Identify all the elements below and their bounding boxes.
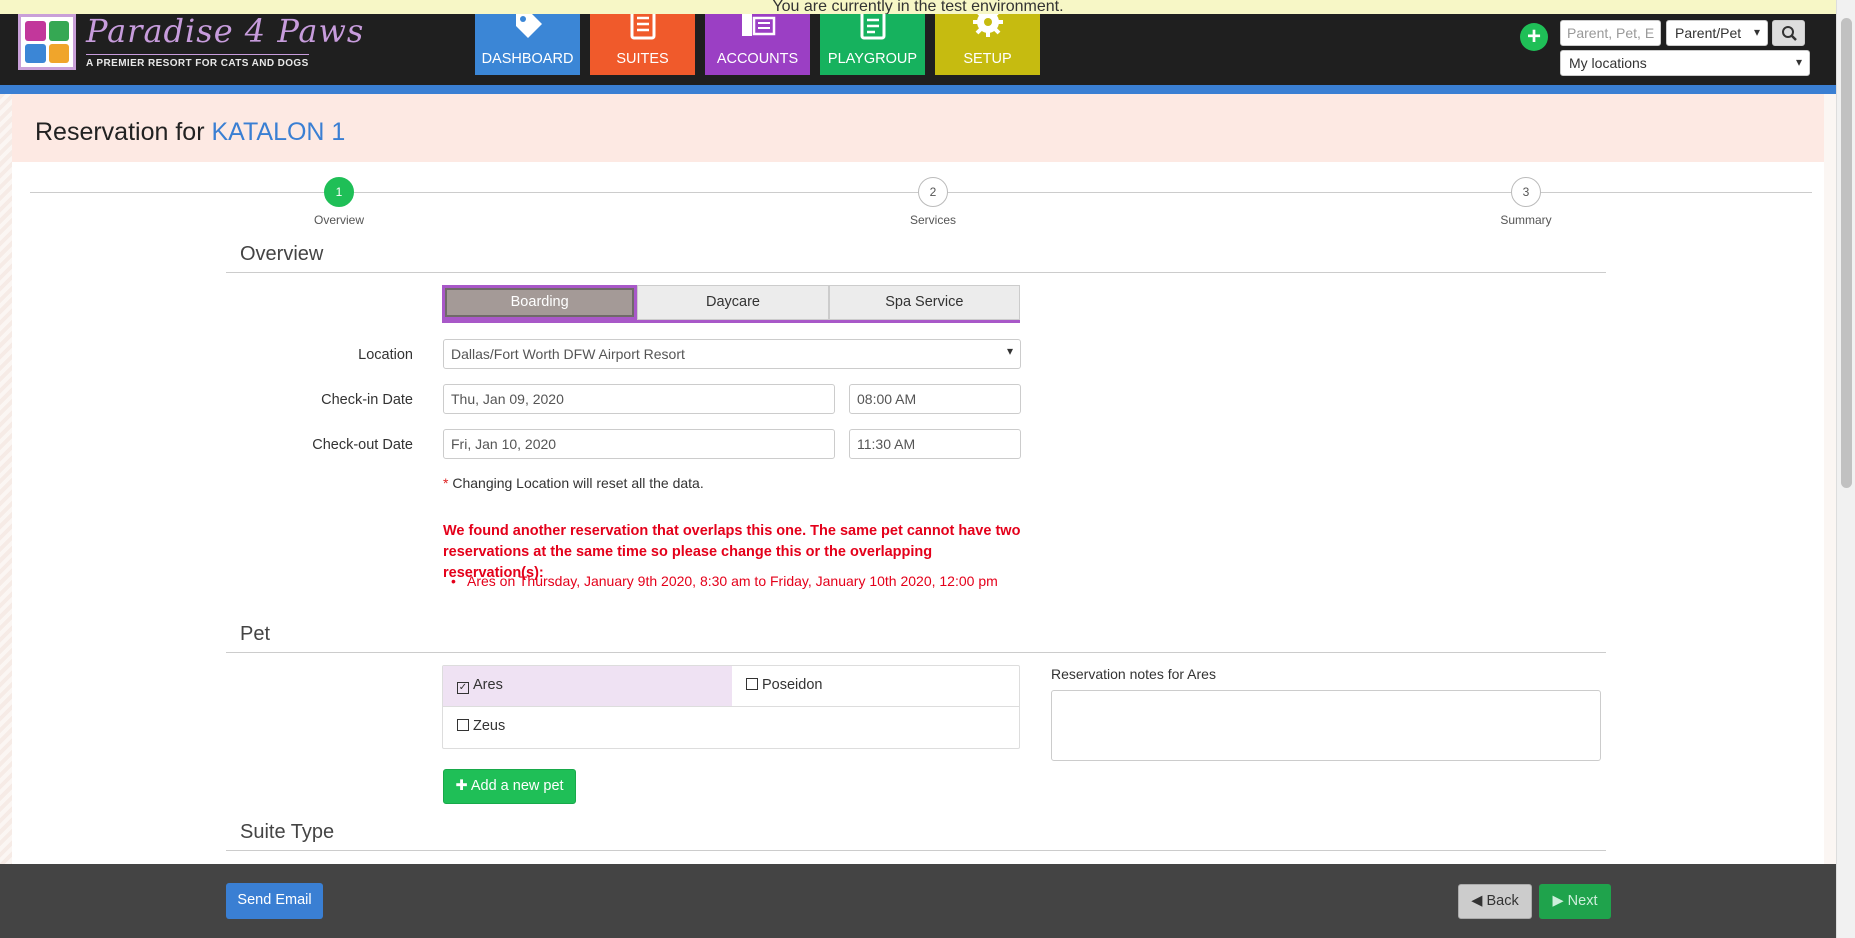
add-new-pet-button[interactable]: ✚ Add a new pet — [443, 769, 576, 804]
step-number: 3 — [1511, 177, 1541, 207]
step-label: Summary — [1500, 213, 1552, 227]
pet-selector: ✓ Ares Poseidon Zeus — [442, 665, 1020, 749]
checkin-date-input[interactable]: Thu, Jan 09, 2020 — [443, 384, 835, 414]
page-margin — [0, 94, 12, 864]
page-scrollbar[interactable] — [1836, 0, 1855, 938]
page-title-prefix: Reservation for — [35, 118, 205, 146]
page-title: Reservation for KATALON 1 — [35, 118, 345, 147]
checkin-time-input[interactable]: 08:00 AM — [849, 384, 1021, 414]
checkbox-empty-icon — [457, 719, 469, 731]
action-footer: Send Email ◀ Back ▶ Next — [0, 864, 1836, 938]
checkin-label: Check-in Date — [321, 392, 413, 408]
nav-label: SUITES — [616, 51, 669, 67]
next-button[interactable]: ▶ Next — [1539, 884, 1611, 919]
page-header: Reservation for KATALON 1 — [12, 94, 1824, 162]
service-type-tabs: Boarding Daycare Spa Service — [442, 285, 1020, 323]
test-environment-banner: You are currently in the test environmen… — [0, 0, 1836, 14]
arrow-right-circle-icon: ▶ — [1552, 893, 1564, 909]
overlap-warning-item: Ares on Thursday, January 9th 2020, 8:30… — [451, 573, 998, 589]
reservation-notes-label: Reservation notes for Ares — [1051, 666, 1216, 682]
pet-name: Ares — [473, 677, 503, 693]
brand-tagline: A PREMIER RESORT FOR CATS AND DOGS — [86, 54, 309, 69]
required-star: * — [443, 475, 449, 491]
tab-spa-service[interactable]: Spa Service — [828, 285, 1020, 320]
pet-option-zeus[interactable]: Zeus — [443, 707, 732, 748]
location-value: Dallas/Fort Worth DFW Airport Resort — [451, 346, 685, 362]
step-summary[interactable]: 3 Summary — [1476, 177, 1576, 227]
search-icon — [1782, 26, 1797, 41]
location-label: Location — [358, 347, 413, 363]
checkbox-empty-icon — [746, 678, 758, 690]
checkout-time-input[interactable]: 11:30 AM — [849, 429, 1021, 459]
step-overview[interactable]: 1 Overview — [289, 177, 389, 227]
send-email-button[interactable]: Send Email — [226, 883, 323, 919]
step-number: 1 — [324, 177, 354, 207]
nav-label: ACCOUNTS — [716, 51, 799, 67]
tab-daycare[interactable]: Daycare — [637, 285, 829, 320]
back-label: Back — [1486, 893, 1519, 909]
pet-name: Poseidon — [762, 677, 823, 693]
pet-option-ares[interactable]: ✓ Ares — [443, 666, 732, 707]
add-pet-label: Add a new pet — [470, 778, 564, 794]
main-content: Reservation for KATALON 1 1 Overview 2 S… — [12, 94, 1824, 864]
nav-label: PLAYGROUP — [827, 51, 918, 67]
checkout-label: Check-out Date — [312, 437, 413, 453]
checkbox-checked-icon: ✓ — [457, 682, 469, 694]
step-services[interactable]: 2 Services — [883, 177, 983, 227]
reservation-notes-textarea[interactable] — [1051, 690, 1601, 761]
step-label: Overview — [313, 213, 364, 227]
location-select[interactable]: Dallas/Fort Worth DFW Airport Resort — [443, 339, 1021, 369]
location-reset-note: * Changing Location will reset all the d… — [443, 475, 704, 491]
step-number: 2 — [918, 177, 948, 207]
add-circle-icon[interactable]: + — [1520, 23, 1548, 51]
nav-label: DASHBOARD — [481, 51, 574, 67]
section-title-overview: Overview — [226, 243, 1606, 273]
brand-logo[interactable]: Paradise 4 Paws A PREMIER RESORT FOR CAT… — [18, 10, 363, 72]
scrollbar-thumb[interactable] — [1841, 18, 1852, 488]
section-title-pet: Pet — [226, 623, 1606, 653]
next-label: Next — [1567, 893, 1598, 909]
pet-option-poseidon[interactable]: Poseidon — [732, 666, 1019, 707]
my-locations-select[interactable]: My locations — [1560, 50, 1810, 76]
pet-name: Zeus — [473, 718, 506, 734]
customer-name-link[interactable]: KATALON 1 — [211, 118, 345, 146]
reservation-stepper: 1 Overview 2 Services 3 Summary — [30, 177, 1812, 237]
checkout-date-input[interactable]: Fri, Jan 10, 2020 — [443, 429, 835, 459]
back-button[interactable]: ◀ Back — [1458, 884, 1532, 919]
note-text: Changing Location will reset all the dat… — [452, 475, 704, 491]
section-title-suite-type: Suite Type — [226, 821, 1606, 851]
arrow-left-circle-icon: ◀ — [1471, 893, 1483, 909]
tab-boarding[interactable]: Boarding — [442, 285, 638, 320]
search-input[interactable]: Parent, Pet, E — [1560, 20, 1661, 46]
step-label: Services — [909, 213, 956, 227]
search-type-select[interactable]: Parent/Pet — [1666, 20, 1768, 46]
nav-label: SETUP — [963, 51, 1012, 67]
header-accent-bar — [0, 85, 1836, 94]
brand-name: Paradise 4 Paws — [86, 12, 365, 50]
search-button[interactable] — [1772, 20, 1805, 46]
plus-icon: ✚ — [455, 778, 468, 794]
paw-tiles-icon — [18, 14, 76, 70]
